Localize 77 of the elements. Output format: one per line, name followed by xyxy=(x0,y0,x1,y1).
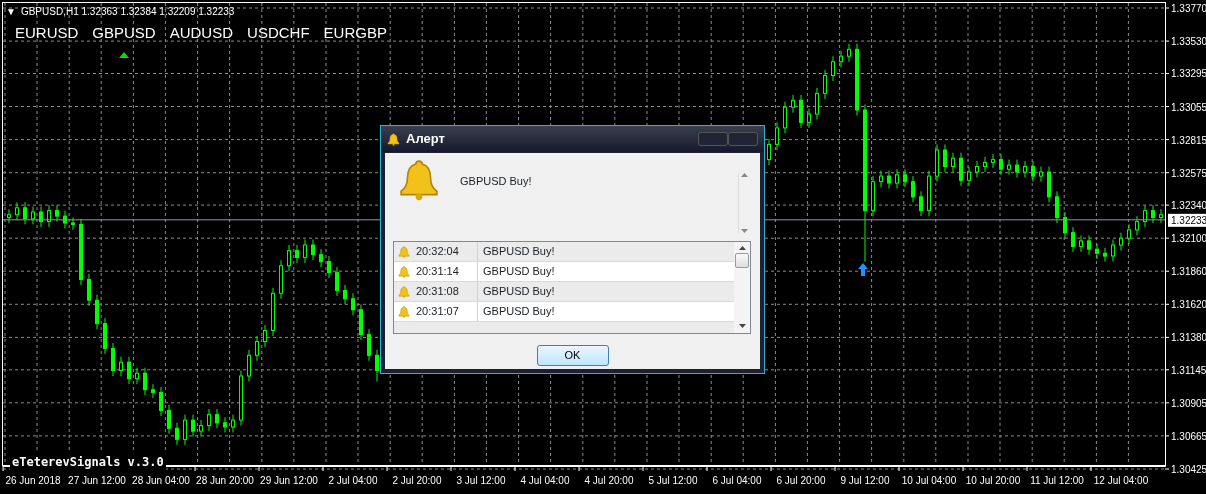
price-label: 1.32575 xyxy=(1171,167,1206,179)
title-bar-button[interactable] xyxy=(698,132,728,146)
title-bar-button[interactable] xyxy=(728,132,758,146)
candle-body xyxy=(143,372,147,391)
alert-message: GBPUSD Buy! xyxy=(460,174,533,189)
candle-body xyxy=(311,244,315,256)
time-label: 5 Jul 12:00 xyxy=(648,475,698,486)
time-label: 12 Jul 04:00 xyxy=(1093,475,1149,486)
price-label: 1.33055 xyxy=(1171,101,1206,113)
scrollbar[interactable] xyxy=(734,242,750,333)
price-label: 1.33770 xyxy=(1171,3,1206,14)
current-price-label: 1.32233 xyxy=(1168,213,1206,227)
log-message: GBPUSD Buy! xyxy=(482,304,555,320)
price-label: 1.30425 xyxy=(1171,464,1206,475)
ok-button[interactable]: OK xyxy=(536,345,609,366)
time-label: 10 Jul 20:00 xyxy=(965,475,1021,486)
price-label: 1.31380 xyxy=(1171,332,1206,344)
time-label: 6 Jul 04:00 xyxy=(712,475,762,486)
price-label: 1.33530 xyxy=(1171,36,1206,48)
bell-icon xyxy=(398,159,440,201)
price-label: 1.32100 xyxy=(1171,233,1206,245)
candle-body xyxy=(39,211,43,223)
time-label: 4 Jul 20:00 xyxy=(584,475,634,486)
bell-icon xyxy=(398,285,410,298)
bell-icon xyxy=(398,305,410,318)
log-time: 20:31:08 xyxy=(416,284,459,300)
candle-body xyxy=(127,361,131,380)
up-arrow-icon xyxy=(858,263,868,276)
time-label: 29 Jun 12:00 xyxy=(260,475,318,486)
log-message: GBPUSD Buy! xyxy=(482,284,555,300)
dropdown-arrow-icon[interactable]: ▼ xyxy=(6,4,16,19)
price-label: 1.32815 xyxy=(1171,134,1206,146)
price-label: 1.31145 xyxy=(1171,364,1206,376)
time-label: 2 Jul 04:00 xyxy=(328,475,378,486)
bell-icon xyxy=(398,265,410,278)
symbol-button[interactable]: GBPUSD xyxy=(92,24,156,42)
time-label: 27 Jun 12:00 xyxy=(68,475,126,486)
time-label: 9 Jul 12:00 xyxy=(840,475,890,486)
candle-body xyxy=(31,211,35,220)
candle-body xyxy=(95,299,99,325)
chart-header: GBPUSD,H1 1.32363 1.32384 1.32209 1.32233 xyxy=(20,5,235,19)
log-time: 20:31:14 xyxy=(416,264,459,280)
candle-body xyxy=(135,372,139,380)
bell-icon xyxy=(398,245,410,258)
price-label: 1.32340 xyxy=(1171,200,1206,212)
candle-body xyxy=(1047,171,1051,198)
log-time: 20:31:07 xyxy=(416,304,459,320)
candle-body xyxy=(767,143,771,161)
price-label: 1.31620 xyxy=(1171,299,1206,311)
candle-body xyxy=(783,106,787,129)
price-label: 1.30905 xyxy=(1171,397,1206,409)
time-label: 6 Jul 20:00 xyxy=(776,475,826,486)
window-title: Алерт xyxy=(406,130,445,149)
price-label: 1.30665 xyxy=(1171,430,1206,442)
log-time: 20:32:04 xyxy=(416,244,459,260)
symbol-button[interactable]: EURGBP xyxy=(323,24,387,42)
time-label: 28 Jun 04:00 xyxy=(132,475,190,486)
log-message: GBPUSD Buy! xyxy=(482,264,555,280)
time-label: 2 Jul 20:00 xyxy=(392,475,442,486)
indicator-label: eTeterevSignals v.3.0 xyxy=(10,453,166,471)
price-label: 1.33295 xyxy=(1171,68,1206,80)
scroll-thumb[interactable] xyxy=(735,253,749,268)
price-label: 1.31860 xyxy=(1171,266,1206,278)
time-label: 26 Jun 2018 xyxy=(5,475,61,486)
log-message: GBPUSD Buy! xyxy=(482,244,555,260)
time-label: 11 Jul 12:00 xyxy=(1030,475,1084,486)
symbol-button[interactable]: EURUSD xyxy=(15,24,79,42)
candle-body xyxy=(927,175,931,212)
symbol-button[interactable]: USDCHF xyxy=(247,24,310,42)
time-label: 4 Jul 04:00 xyxy=(520,475,570,486)
time-label: 10 Jul 04:00 xyxy=(901,475,957,486)
bell-icon xyxy=(387,132,400,146)
time-label: 28 Jun 20:00 xyxy=(196,475,254,486)
symbol-button[interactable]: AUDUSD xyxy=(169,24,234,42)
time-label: 3 Jul 12:00 xyxy=(456,475,506,486)
scroll-down-icon[interactable] xyxy=(738,324,746,328)
scroll-up-icon[interactable] xyxy=(738,246,746,250)
